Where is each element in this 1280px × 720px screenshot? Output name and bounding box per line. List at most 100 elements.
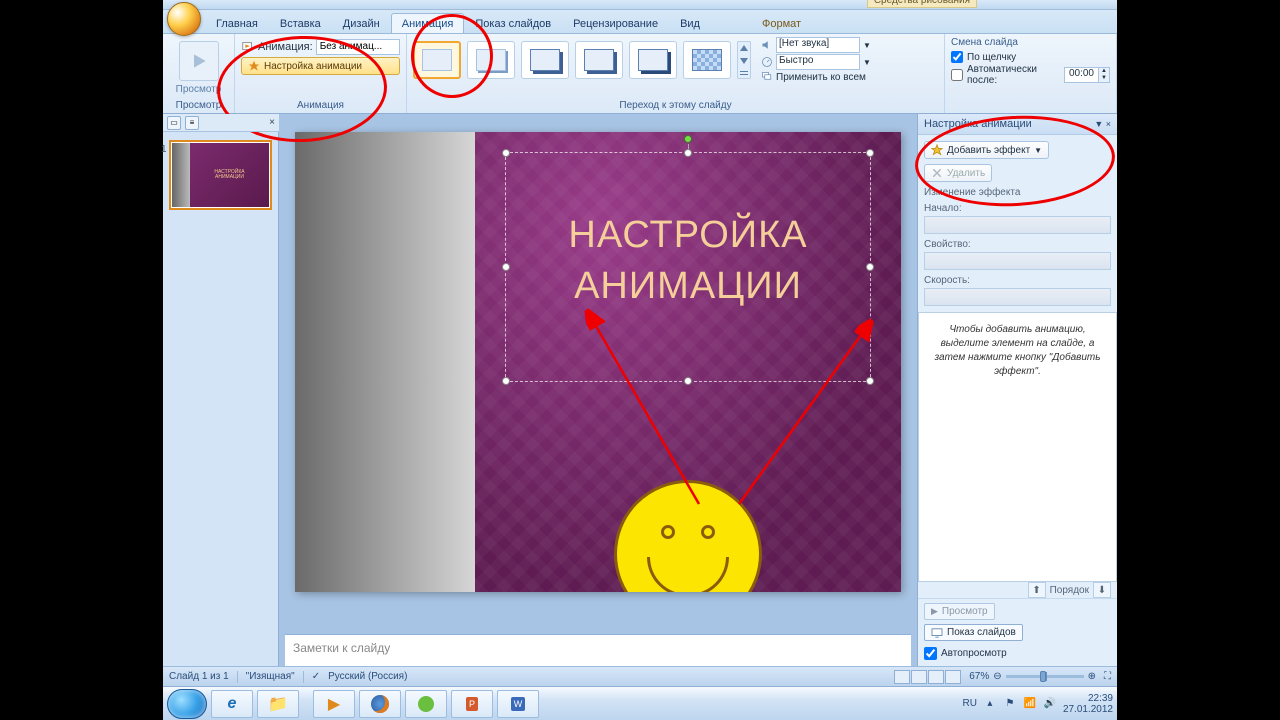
system-tray: RU ▴ ⚑ 📶 🔊 22:39 27.01.2012 bbox=[962, 693, 1113, 715]
group-label-animation: Анимация bbox=[241, 98, 400, 113]
star-icon bbox=[931, 144, 943, 156]
taskbar-ie[interactable]: e bbox=[211, 690, 253, 718]
move-down-button: ⬇ bbox=[1093, 582, 1111, 598]
animation-combo[interactable]: Без анимац... bbox=[316, 39, 400, 55]
notes-pane[interactable]: Заметки к слайду bbox=[285, 634, 911, 666]
tab-slideshow[interactable]: Показ слайдов bbox=[464, 13, 562, 33]
taskbar-explorer[interactable]: 📁 bbox=[257, 690, 299, 718]
tray-arrow-icon[interactable]: ▴ bbox=[983, 697, 997, 711]
status-language[interactable]: Русский (Россия) bbox=[328, 671, 407, 682]
reorder-controls: ⬆ Порядок ⬇ bbox=[918, 582, 1117, 598]
tab-format[interactable]: Формат bbox=[751, 13, 812, 33]
add-effect-label: Добавить эффект bbox=[947, 145, 1030, 156]
sound-icon bbox=[761, 39, 773, 51]
auto-time-value: 00:00 bbox=[1065, 68, 1098, 82]
start-label: Начало: bbox=[924, 203, 1111, 214]
tray-language[interactable]: RU bbox=[962, 698, 976, 709]
animation-label: Анимация: bbox=[258, 41, 313, 53]
remove-label: Удалить bbox=[947, 168, 985, 179]
office-button[interactable] bbox=[167, 2, 201, 36]
ribbon: Просмотр Просмотр Анимация: Без анимац..… bbox=[163, 34, 1117, 114]
preview-button[interactable] bbox=[179, 41, 219, 81]
transition-item[interactable] bbox=[683, 41, 731, 79]
transition-item[interactable] bbox=[629, 41, 677, 79]
tab-review[interactable]: Рецензирование bbox=[562, 13, 669, 33]
tab-animation[interactable]: Анимация bbox=[391, 13, 465, 33]
taskbar-powerpoint[interactable]: P bbox=[451, 690, 493, 718]
canvas-wrap: НАСТРОЙКААНИМАЦИИ Заметки к слайду bbox=[279, 114, 917, 666]
powerpoint-window: Средства рисования Главная Вставка Дизай… bbox=[163, 0, 1117, 720]
pane-toggle-bar: ▭ ≡ × bbox=[163, 114, 279, 132]
tab-design[interactable]: Дизайн bbox=[332, 13, 391, 33]
rotate-handle[interactable] bbox=[684, 135, 692, 143]
transition-speed-combo[interactable]: Быстро bbox=[776, 54, 860, 70]
transition-gallery[interactable] bbox=[413, 41, 751, 79]
transition-item[interactable] bbox=[521, 41, 569, 79]
close-pane-icon[interactable]: × bbox=[269, 117, 275, 128]
start-combo bbox=[924, 216, 1111, 234]
play-button[interactable]: ▶ Просмотр bbox=[924, 603, 995, 620]
animation-task-pane: Настройка анимации ▼ × Добавить эффект ▼… bbox=[917, 114, 1117, 666]
start-button[interactable] bbox=[167, 689, 207, 719]
tray-volume-icon[interactable]: 🔊 bbox=[1043, 697, 1057, 711]
order-label: Порядок bbox=[1050, 585, 1089, 596]
zoom-value[interactable]: 67% bbox=[969, 671, 989, 682]
slide-title-text[interactable]: НАСТРОЙКААНИМАЦИИ bbox=[568, 210, 807, 313]
group-preview: Просмотр Просмотр bbox=[163, 34, 235, 113]
on-click-checkbox[interactable] bbox=[951, 51, 963, 63]
auto-after-spinner[interactable]: 00:00 ▲▼ bbox=[1064, 67, 1110, 83]
on-click-label: По щелчку bbox=[967, 52, 1016, 63]
transition-item[interactable] bbox=[575, 41, 623, 79]
outline-view-icon[interactable]: ≡ bbox=[185, 116, 199, 130]
slide-thumbnail[interactable]: НАСТРОЙКААНИМАЦИИ bbox=[169, 140, 272, 210]
tray-flag-icon[interactable]: ⚑ bbox=[1003, 697, 1017, 711]
status-bar: Слайд 1 из 1 "Изящная" ✓ Русский (Россия… bbox=[163, 666, 1117, 686]
group-label-preview: Просмотр bbox=[176, 98, 222, 113]
tray-clock[interactable]: 22:39 27.01.2012 bbox=[1063, 693, 1113, 715]
property-combo bbox=[924, 252, 1111, 270]
slide-canvas[interactable]: НАСТРОЙКААНИМАЦИИ bbox=[279, 114, 917, 630]
group-label-transition: Переход к этому слайду bbox=[413, 98, 938, 113]
contextual-tab-label: Средства рисования bbox=[867, 0, 977, 8]
slides-view-icon[interactable]: ▭ bbox=[167, 116, 181, 130]
autopreview-checkbox[interactable] bbox=[924, 647, 937, 660]
play-label: Просмотр bbox=[942, 606, 988, 617]
apply-all-label: Применить ко всем bbox=[776, 72, 866, 83]
remove-icon bbox=[931, 167, 943, 179]
transition-item[interactable] bbox=[467, 41, 515, 79]
advance-title: Смена слайда bbox=[951, 37, 1110, 48]
tab-insert[interactable]: Вставка bbox=[269, 13, 332, 33]
animation-settings-label: Настройка анимации bbox=[264, 61, 362, 72]
add-effect-button[interactable]: Добавить эффект ▼ bbox=[924, 141, 1049, 159]
tab-home[interactable]: Главная bbox=[205, 13, 269, 33]
tray-network-icon[interactable]: 📶 bbox=[1023, 697, 1037, 711]
ribbon-tabs: Главная Вставка Дизайн Анимация Показ сл… bbox=[163, 10, 1117, 34]
tab-view[interactable]: Вид bbox=[669, 13, 711, 33]
taskbar-word[interactable]: W bbox=[497, 690, 539, 718]
status-slide-count: Слайд 1 из 1 bbox=[169, 671, 229, 682]
transition-scroll[interactable] bbox=[737, 41, 751, 79]
taskpane-title: Настройка анимации bbox=[924, 118, 1032, 130]
speed-label: Скорость: bbox=[924, 275, 1111, 286]
slide[interactable]: НАСТРОЙКААНИМАЦИИ bbox=[295, 132, 901, 592]
modify-effect-title: Изменение эффекта bbox=[924, 187, 1111, 198]
group-animation: Анимация: Без анимац... Настройка анимац… bbox=[235, 34, 407, 113]
auto-after-checkbox[interactable] bbox=[951, 69, 963, 81]
group-advance-slide: Смена слайда По щелчку Автоматически пос… bbox=[945, 34, 1117, 113]
taskbar-app[interactable] bbox=[405, 690, 447, 718]
title-bar: Средства рисования bbox=[163, 0, 1117, 10]
apply-to-all-button[interactable]: Применить ко всем bbox=[761, 71, 871, 83]
settings-icon bbox=[248, 60, 260, 72]
auto-after-label: Автоматически после: bbox=[967, 64, 1060, 86]
slideshow-button[interactable]: Показ слайдов bbox=[924, 624, 1023, 641]
taskpane-header: Настройка анимации ▼ × bbox=[918, 114, 1117, 135]
zoom-controls[interactable]: 67% ⊖ ⊕ bbox=[969, 671, 1096, 682]
view-buttons[interactable] bbox=[894, 670, 961, 684]
remove-effect-button: Удалить bbox=[924, 164, 992, 182]
transition-none[interactable] bbox=[413, 41, 461, 79]
animation-settings-button[interactable]: Настройка анимации bbox=[241, 57, 400, 75]
fit-to-window-icon[interactable]: ⛶ bbox=[1104, 671, 1111, 682]
transition-sound-combo[interactable]: [Нет звука] bbox=[776, 37, 860, 53]
taskbar-firefox[interactable] bbox=[359, 690, 401, 718]
taskbar-wmplayer[interactable]: ▶ bbox=[313, 690, 355, 718]
